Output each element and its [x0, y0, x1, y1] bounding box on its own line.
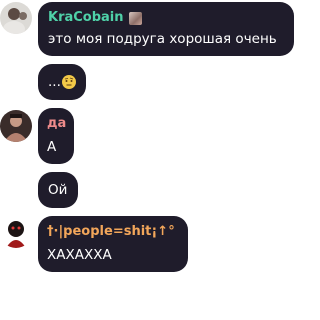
message-bubble[interactable]: ...	[38, 64, 86, 100]
message-text: это моя подруга хорошая очень	[48, 31, 277, 47]
message-text: Ой	[48, 182, 68, 198]
author-name[interactable]: †·|people=shit¡↑°	[47, 224, 175, 240]
author-name[interactable]: KraCobain	[48, 10, 124, 26]
message-bubble[interactable]: Ой	[38, 172, 78, 208]
message-text: ...	[48, 73, 76, 91]
photo-badge-icon	[128, 11, 142, 25]
message-author[interactable]: да	[47, 116, 66, 132]
message-bubble[interactable]: да А	[38, 108, 74, 164]
face-with-raised-eyebrow-emoji	[61, 75, 76, 89]
avatar-people[interactable]	[0, 216, 32, 248]
avatar-kracobain[interactable]	[0, 2, 32, 34]
chat-feed: KraCobain это моя подруга хорошая очень …	[0, 0, 296, 320]
message-text: ХАХАХХА	[47, 247, 112, 263]
message-bubble[interactable]: †·|people=shit¡↑° ХАХАХХА	[38, 216, 188, 272]
message-text: А	[47, 139, 57, 155]
message-author[interactable]: †·|people=shit¡↑°	[47, 224, 179, 240]
message-bubble[interactable]: KraCobain это моя подруга хорошая очень	[38, 2, 294, 56]
avatar-da[interactable]	[0, 110, 32, 142]
message-author[interactable]: KraCobain	[48, 10, 284, 26]
author-name[interactable]: да	[47, 116, 66, 132]
message-text-content: ...	[48, 74, 61, 90]
